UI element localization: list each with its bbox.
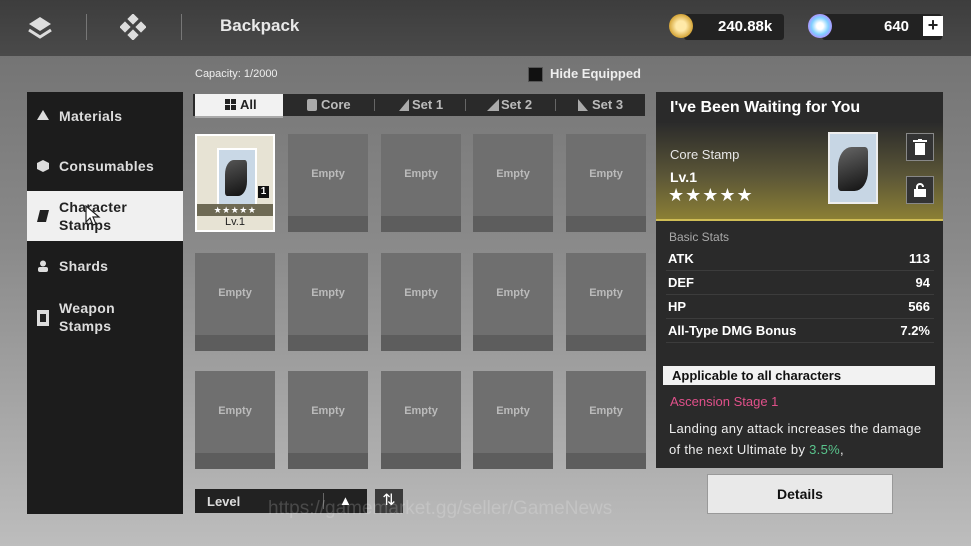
inventory-slot-empty[interactable]: Empty xyxy=(288,253,368,351)
inventory-slot-empty[interactable]: Empty xyxy=(288,134,368,232)
basic-stats-heading: Basic Stats xyxy=(669,230,730,244)
inventory-slot-empty[interactable]: Empty xyxy=(473,134,553,232)
stamp-name: I've Been Waiting for You xyxy=(670,99,861,116)
top-bar: Backpack 240.88k 640 + xyxy=(0,0,971,56)
gold-value: 240.88k xyxy=(718,18,773,35)
inventory-slot-empty[interactable]: Empty xyxy=(381,134,461,232)
top-separator xyxy=(86,14,87,40)
set-3-icon xyxy=(578,99,588,111)
stat-row: DEF 94 xyxy=(666,272,934,295)
stamp-detail-panel: I've Been Waiting for You Core Stamp Lv.… xyxy=(656,92,943,468)
watermark: https://gamemarket.gg/seller/GameNews xyxy=(268,498,613,519)
tab-all[interactable]: All xyxy=(195,94,283,118)
set-1-icon xyxy=(399,99,409,111)
sidebar-item-label: Shards xyxy=(59,258,109,274)
lock-icon[interactable] xyxy=(906,176,934,204)
inventory-slot-empty[interactable]: Empty xyxy=(288,371,368,469)
sidebar-item-weapon-stamps[interactable]: Weapon Stamps xyxy=(27,298,183,338)
stamp-type: Core Stamp xyxy=(670,147,740,162)
consumables-icon xyxy=(37,160,49,172)
sort-label: Level xyxy=(207,494,241,509)
gem-value: 640 xyxy=(884,18,910,35)
sidebar-item-label: Consumables xyxy=(59,158,155,174)
sidebar-item-character-stamps[interactable]: Character Stamps xyxy=(27,191,183,241)
sidebar-item-consumables[interactable]: Consumables xyxy=(27,156,183,176)
ascension-stage: Ascension Stage 1 xyxy=(670,394,779,409)
weapon-stamp-icon xyxy=(37,310,49,326)
tab-separator xyxy=(374,99,375,111)
inventory-slot-empty[interactable]: Empty xyxy=(195,371,275,469)
grid-icon xyxy=(225,99,236,110)
tab-set-1[interactable]: Set 1 xyxy=(397,94,457,116)
stat-row: HP 566 xyxy=(666,296,934,319)
details-button[interactable]: Details xyxy=(707,474,893,514)
sidebar-item-label: Materials xyxy=(59,108,123,124)
tab-core[interactable]: Core xyxy=(307,94,367,116)
hide-equipped-label: Hide Equipped xyxy=(550,66,641,81)
sidebar-item-materials[interactable]: Materials xyxy=(27,106,183,126)
inventory-slot-empty[interactable]: Empty xyxy=(473,371,553,469)
character-silhouette xyxy=(225,160,247,196)
stamp-header: Core Stamp Lv.1 ★★★★★ xyxy=(656,123,943,221)
top-separator xyxy=(181,14,182,40)
sidebar-item-label: Weapon Stamps xyxy=(59,300,115,334)
character-silhouette xyxy=(838,147,868,191)
materials-icon xyxy=(37,110,49,120)
stamp-count-badge: 1 xyxy=(258,186,269,198)
tab-set-2[interactable]: Set 2 xyxy=(487,94,547,116)
tab-separator xyxy=(555,99,556,111)
inventory-slot-filled[interactable]: 1 ★★★★★ Lv.1 xyxy=(195,134,275,232)
stamp-rarity-stars: ★★★★★ xyxy=(668,185,754,205)
inventory-slot-empty[interactable]: Empty xyxy=(566,371,646,469)
diamond-grid-icon[interactable] xyxy=(120,14,146,40)
category-sidebar: Materials Consumables Character Stamps Sh… xyxy=(27,92,183,514)
stamp-stars: ★★★★★ xyxy=(197,204,273,216)
stamp-level: Lv.1 xyxy=(225,216,245,228)
trash-icon[interactable] xyxy=(906,133,934,161)
mouse-cursor-icon xyxy=(85,205,101,226)
tab-separator xyxy=(465,99,466,111)
menu-logo-icon[interactable] xyxy=(27,14,53,40)
inventory-slot-empty[interactable]: Empty xyxy=(566,134,646,232)
set-2-icon xyxy=(487,99,499,111)
gem-icon xyxy=(808,14,832,38)
shards-icon xyxy=(38,260,48,272)
stat-row: All-Type DMG Bonus 7.2% xyxy=(666,320,934,343)
stat-row: ATK 113 xyxy=(666,248,934,271)
hide-equipped-checkbox[interactable] xyxy=(528,67,543,82)
inventory-slot-empty[interactable]: Empty xyxy=(381,253,461,351)
capacity-text: Capacity: 1/2000 xyxy=(195,68,278,80)
applicable-banner: Applicable to all characters xyxy=(663,366,935,385)
inventory-slot-empty[interactable]: Empty xyxy=(473,253,553,351)
tab-set-3[interactable]: Set 3 xyxy=(578,94,638,116)
sidebar-item-shards[interactable]: Shards xyxy=(27,256,183,276)
stamp-icon xyxy=(37,210,49,222)
effect-description: Landing any attack increases the damage … xyxy=(669,421,922,457)
stamp-level: Lv.1 xyxy=(670,169,697,185)
filter-tabs: All Core Set 1 Set 2 Set 3 xyxy=(193,94,645,118)
gold-coin-icon xyxy=(669,14,693,38)
inventory-slot-empty[interactable]: Empty xyxy=(381,371,461,469)
core-icon xyxy=(307,99,317,111)
page-title: Backpack xyxy=(220,16,300,35)
inventory-slot-empty[interactable]: Empty xyxy=(195,253,275,351)
add-currency-button[interactable]: + xyxy=(923,16,943,36)
inventory-slot-empty[interactable]: Empty xyxy=(566,253,646,351)
